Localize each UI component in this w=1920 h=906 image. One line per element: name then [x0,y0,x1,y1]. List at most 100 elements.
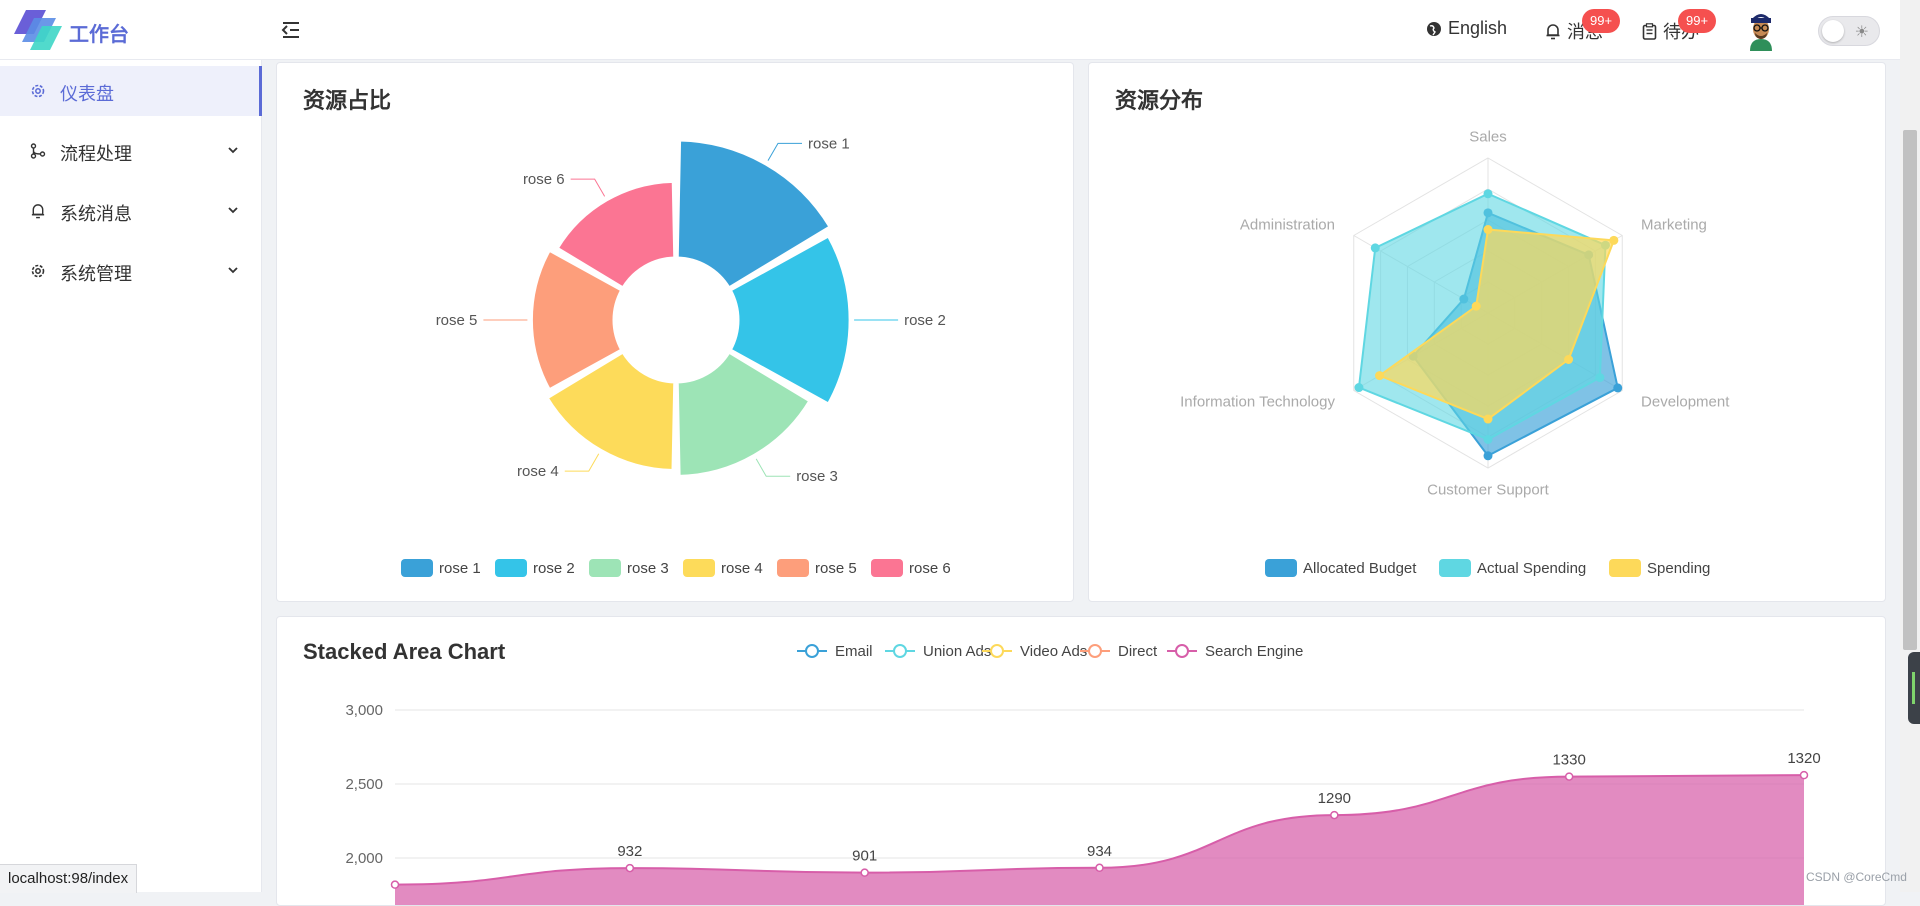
radar-point [1375,371,1385,381]
radar-indicator-label: Information Technology [1180,393,1335,410]
legend-label: Email [835,643,873,660]
area-data-label: 934 [1087,843,1112,860]
legend-swatch [1609,559,1641,577]
pie-slice-label: rose 3 [796,468,838,485]
area-data-label: 1330 [1552,752,1585,769]
radar-point [1613,383,1623,393]
sidebar: 仪表盘 流程处理 系统消息 系统管理 [0,60,262,892]
radar-chart-card: 资源分布 Sales Marketing Development Customer S… [1088,62,1886,602]
radar-point [1483,434,1493,444]
top-header: 工作台 English 消息 99+ 待办 99+ ☀ [0,0,1900,60]
area-series-fill [395,775,1804,905]
area-chart-card: Stacked Area Chart Email Union Ads Video A… [276,616,1886,906]
area-data-label: 932 [617,843,642,860]
legend-marker [1175,644,1189,658]
legend-label: Spending [1647,560,1710,577]
sidebar-item-label: 仪表盘 [60,84,114,104]
legend-label: rose 2 [533,560,575,577]
legend-label: Search Engine [1205,643,1303,660]
legend-label: rose 5 [815,560,857,577]
area-point [625,863,635,873]
page-scrollbar-thumb[interactable] [1903,130,1917,650]
legend-swatch [1439,559,1471,577]
gear-icon [31,264,45,278]
legend-swatch [871,559,903,577]
legend-marker [805,644,819,658]
pie-label-line [755,458,791,477]
language-switch[interactable]: English [1426,18,1507,39]
pie-label-line [767,142,802,161]
legend-label: Allocated Budget [1303,560,1417,577]
language-label: English [1448,18,1508,38]
app-title: 工作台 [69,24,129,46]
sun-icon: ☀ [1854,24,1869,41]
legend-label: Union Ads [923,643,991,660]
y-tick-label: 2,500 [345,776,383,793]
legend-swatch [777,559,809,577]
legend-label: rose 6 [909,560,951,577]
clipboard-icon [1642,22,1657,40]
radar-point [1483,225,1493,235]
bell-icon [1546,23,1560,39]
sidebar-item-messages[interactable]: 系统消息 [0,186,262,236]
radar-point [1483,451,1493,461]
pie-label-line [570,178,606,197]
pie-label-line [564,453,600,472]
sidebar-item-label: 系统消息 [60,204,132,224]
legend-swatch [589,559,621,577]
bell-icon [31,204,45,219]
messages-badge: 99+ [1582,9,1621,33]
radar-point [1471,301,1481,311]
legend-swatch [401,559,433,577]
chevron-down-icon [228,147,238,154]
legend-marker [1088,644,1102,658]
radar-chart: Sales Marketing Development Customer Suppor… [1180,128,1730,577]
legend-label: Video Ads [1020,643,1087,660]
legend-label: rose 3 [627,560,669,577]
sidebar-item-label: 系统管理 [60,264,132,284]
radar-indicator-label: Development [1641,393,1730,410]
sidebar-item-dashboard[interactable]: 仪表盘 [0,66,262,116]
pie-slice-label: rose 2 [904,312,946,329]
toggle-knob [1822,20,1844,42]
flow-icon [30,143,46,159]
collapse-menu-icon[interactable] [280,20,302,40]
y-tick-label: 3,000 [345,702,383,719]
radar-point [1483,414,1493,424]
sidebar-item-label: 流程处理 [60,144,132,164]
theme-toggle[interactable]: ☀ [1818,16,1880,46]
stacked-area-chart: Email Union Ads Video Ads Direct Search Engi… [345,643,1821,905]
pie-slice-label: rose 4 [517,463,559,480]
area-point [1095,863,1104,873]
radar-point [1483,189,1493,199]
sidebar-item-system[interactable]: 系统管理 [0,246,262,296]
radar-point [1370,243,1380,253]
status-bar-url: localhost:98/index [0,864,138,893]
sidebar-item-process[interactable]: 流程处理 [0,126,262,176]
radar-point [1354,383,1364,393]
radar-indicator-label: Administration [1240,217,1335,234]
user-avatar[interactable] [1740,9,1782,51]
legend-label: rose 1 [439,560,481,577]
pie-slice-label: rose 5 [436,312,478,329]
area-point [390,880,400,889]
area-point [860,868,869,877]
legend-swatch [1265,559,1297,577]
pie-chart-card: 资源占比 rose 1 rose 2 rose 3 rose 4 rose 5 rose … [276,62,1074,602]
side-widget-handle[interactable] [1908,652,1920,724]
area-data-label: 901 [852,848,877,865]
radar-point [1609,235,1619,245]
legend-marker [893,644,907,658]
legend-label: Actual Spending [1477,560,1586,577]
radar-point [1564,355,1574,364]
pie-slice-label: rose 1 [808,135,850,152]
radar-indicator-label: Customer Support [1427,482,1550,499]
legend-swatch [683,559,715,577]
legend-swatch [495,559,527,577]
legend-label: Direct [1118,643,1158,660]
globe-icon [1427,21,1441,36]
legend-label: rose 4 [721,560,763,577]
area-point [1564,772,1574,781]
watermark-text: CSDN @CoreCmd [1806,870,1907,884]
chevron-down-icon [228,207,238,214]
